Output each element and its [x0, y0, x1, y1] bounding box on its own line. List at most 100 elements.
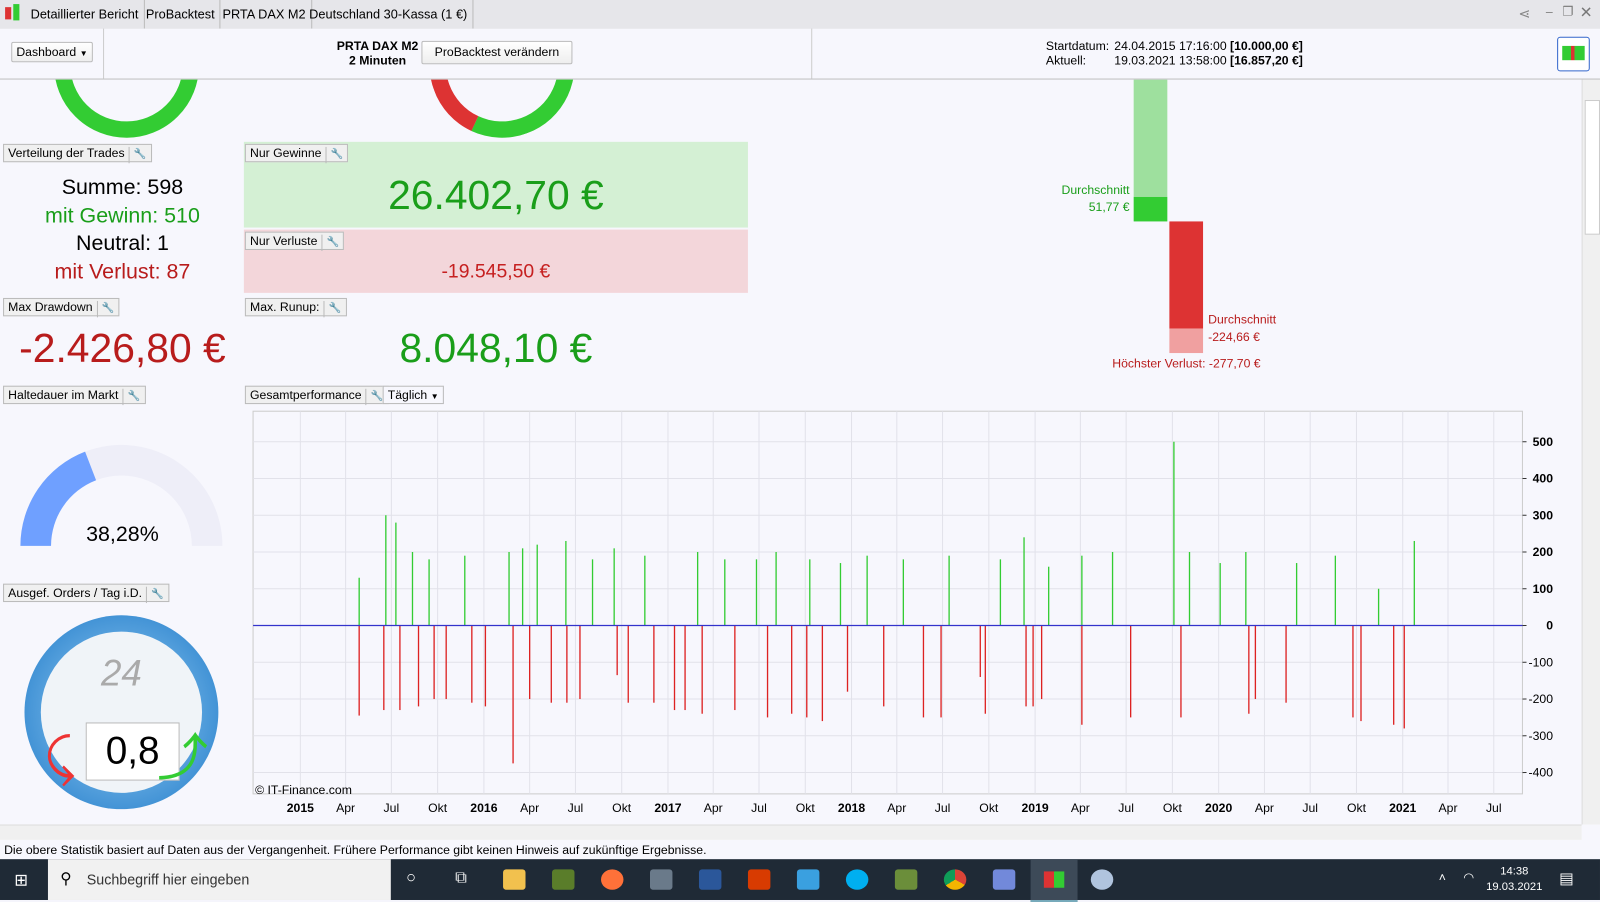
holding-time-label: Haltedauer im Markt 🔧: [3, 385, 146, 406]
divider: [103, 28, 105, 79]
taskbar-search[interactable]: ⚲ Suchbegriff hier eingeben: [47, 859, 391, 900]
date-info: Startdatum: 24.04.2015 17:16:00 [10.000,0…: [1046, 39, 1303, 68]
app-icon[interactable]: [796, 869, 820, 890]
windows-taskbar: ⊞ ⚲ Suchbegriff hier eingeben ○ ⧉ ˄ ◠ 14…: [0, 859, 1600, 902]
chevron-down-icon: ▼: [430, 391, 439, 402]
period-dropdown[interactable]: Täglich ▼: [382, 385, 444, 405]
wrench-icon[interactable]: 🔧: [96, 301, 114, 318]
x-tick-label: Okt: [1347, 801, 1367, 815]
wrench-icon[interactable]: 🔧: [323, 301, 341, 318]
max-runup-value: 8.048,10 €: [399, 326, 593, 372]
wifi-icon[interactable]: ◠: [1463, 870, 1474, 884]
office-icon[interactable]: [747, 869, 771, 890]
x-tick-label: 2016: [470, 801, 497, 815]
horizontal-scrollbar[interactable]: [0, 824, 1582, 840]
app-logo-icon-2: [13, 4, 20, 21]
dashboard-content: Verteilung der Trades 🔧 Summe: 598 mit Ge…: [0, 79, 1582, 825]
skype-icon[interactable]: [845, 869, 869, 890]
max-drawdown-label: Max Drawdown 🔧: [3, 297, 120, 318]
file-explorer-icon[interactable]: [503, 869, 526, 890]
wrench-icon[interactable]: 🔧: [122, 388, 140, 406]
timeframe: 2 Minuten: [348, 53, 407, 68]
clock[interactable]: 14:38 19.03.2021: [1486, 864, 1543, 895]
donut-chart-trades: [54, 79, 199, 138]
x-tick-label: Jul: [384, 801, 400, 815]
wrench-icon[interactable]: 🔧: [321, 234, 339, 252]
start-capital: [10.000,00 €]: [1230, 38, 1303, 54]
wrench-icon[interactable]: 🔧: [365, 388, 384, 406]
performance-chart: 2015 Apr Jul Okt 2016 Apr Jul Okt 2017 Apr Jul Okt 2…: [252, 410, 1554, 815]
y-tick-label: -400: [1529, 766, 1554, 780]
divider: [811, 28, 813, 79]
chrome-icon[interactable]: [943, 869, 967, 890]
x-tick-label: Apr: [520, 801, 539, 815]
y-tick-label: -200: [1529, 692, 1554, 706]
firefox-icon[interactable]: [601, 869, 624, 890]
trades-neutral: Neutral: 1: [75, 231, 169, 256]
discord-icon[interactable]: [992, 869, 1016, 890]
y-tick-label: 200: [1533, 545, 1554, 559]
x-tick-label: Jul: [1302, 801, 1318, 815]
max-runup-label: Max. Runup: 🔧: [244, 297, 347, 318]
minecraft-launcher-icon[interactable]: [894, 869, 918, 890]
x-tick-label: Jul: [1118, 801, 1134, 815]
gains-value: 26.402,70 €: [388, 173, 604, 219]
x-tick-label: 2020: [1205, 801, 1232, 815]
y-tick-label: 100: [1533, 582, 1554, 596]
tab-probacktest[interactable]: ProBacktest: [141, 0, 221, 29]
green-arrow-icon: ⤴: [157, 729, 209, 787]
vertical-scrollbar[interactable]: [1581, 79, 1600, 825]
x-tick-label: Okt: [428, 801, 448, 815]
holding-time-value: 38,28%: [86, 522, 159, 546]
avg-loss-bar: [1169, 221, 1204, 329]
current-capital: [16.857,20 €]: [1230, 53, 1303, 68]
x-tick-label: Apr: [1255, 801, 1274, 815]
restore-icon[interactable]: ❐: [1562, 4, 1573, 18]
minecraft-icon[interactable]: [552, 869, 575, 890]
report-header: Dashboard ▼ PRTA DAX M2 2 Minuten ProBack…: [0, 28, 1600, 80]
paint-icon[interactable]: [1090, 869, 1114, 890]
prorealtime-taskbar-button[interactable]: [1030, 859, 1078, 902]
trades-sum: Summe: 598: [61, 175, 184, 199]
x-tick-label: Jul: [568, 801, 584, 815]
performance-label: Gesamtperformance 🔧: [244, 385, 389, 406]
x-tick-label: Okt: [1163, 801, 1183, 815]
start-label: Startdatum:: [1045, 38, 1110, 54]
strategy-name: PRTA DAX M2: [336, 38, 419, 54]
task-view-icon[interactable]: ⧉: [455, 869, 467, 887]
wrench-icon[interactable]: 🔧: [146, 586, 164, 604]
x-tick-label: 2019: [1021, 801, 1048, 815]
word-icon[interactable]: [698, 869, 722, 890]
tab-instrument[interactable]: Deutschland 30-Kassa (1 €): [304, 0, 474, 29]
close-icon[interactable]: ✕: [1580, 3, 1593, 21]
x-tick-label: Apr: [704, 801, 723, 815]
wrench-icon[interactable]: 🔧: [325, 146, 343, 164]
x-tick-label: Apr: [887, 801, 906, 815]
tray-chevron-up-icon[interactable]: ˄: [1439, 870, 1446, 884]
x-tick-label: Okt: [979, 801, 999, 815]
losses-value: -19.545,50 €: [441, 261, 551, 283]
orders-per-day-label: Ausgef. Orders / Tag i.D. 🔧: [3, 583, 170, 604]
tab-detail-report[interactable]: Detaillierter Bericht: [26, 0, 145, 29]
strategy-info: PRTA DAX M2 2 Minuten: [327, 39, 429, 68]
windows-start-icon[interactable]: ⊞: [14, 870, 28, 890]
dashboard-dropdown[interactable]: Dashboard ▼: [11, 41, 93, 63]
cortana-icon[interactable]: ○: [406, 869, 416, 887]
wrench-icon[interactable]: 🔧: [128, 146, 146, 164]
change-backtest-button[interactable]: ProBacktest verändern: [421, 40, 573, 65]
x-tick-label: Jul: [1486, 801, 1502, 815]
calculator-icon[interactable]: [649, 869, 673, 890]
minimize-icon[interactable]: –: [1546, 4, 1553, 18]
search-placeholder: Suchbegriff hier eingeben: [86, 871, 250, 888]
orders-dial-number: 24: [100, 652, 142, 694]
x-tick-label: 2021: [1389, 801, 1416, 815]
avg-loss-text: Durchschnitt -224,66 €: [1208, 312, 1277, 344]
plot-area: [252, 410, 1523, 795]
x-tick-label: 2017: [654, 801, 681, 815]
red-arrow-icon: ⤹: [44, 728, 76, 786]
current-date: 19.03.2021 13:58:00: [1114, 53, 1227, 68]
share-icon[interactable]: ⋖: [1518, 5, 1530, 22]
notifications-icon[interactable]: ▤: [1559, 869, 1573, 887]
tab-strategy[interactable]: PRTA DAX M2: [217, 0, 312, 29]
report-settings-icon[interactable]: [1557, 36, 1590, 72]
